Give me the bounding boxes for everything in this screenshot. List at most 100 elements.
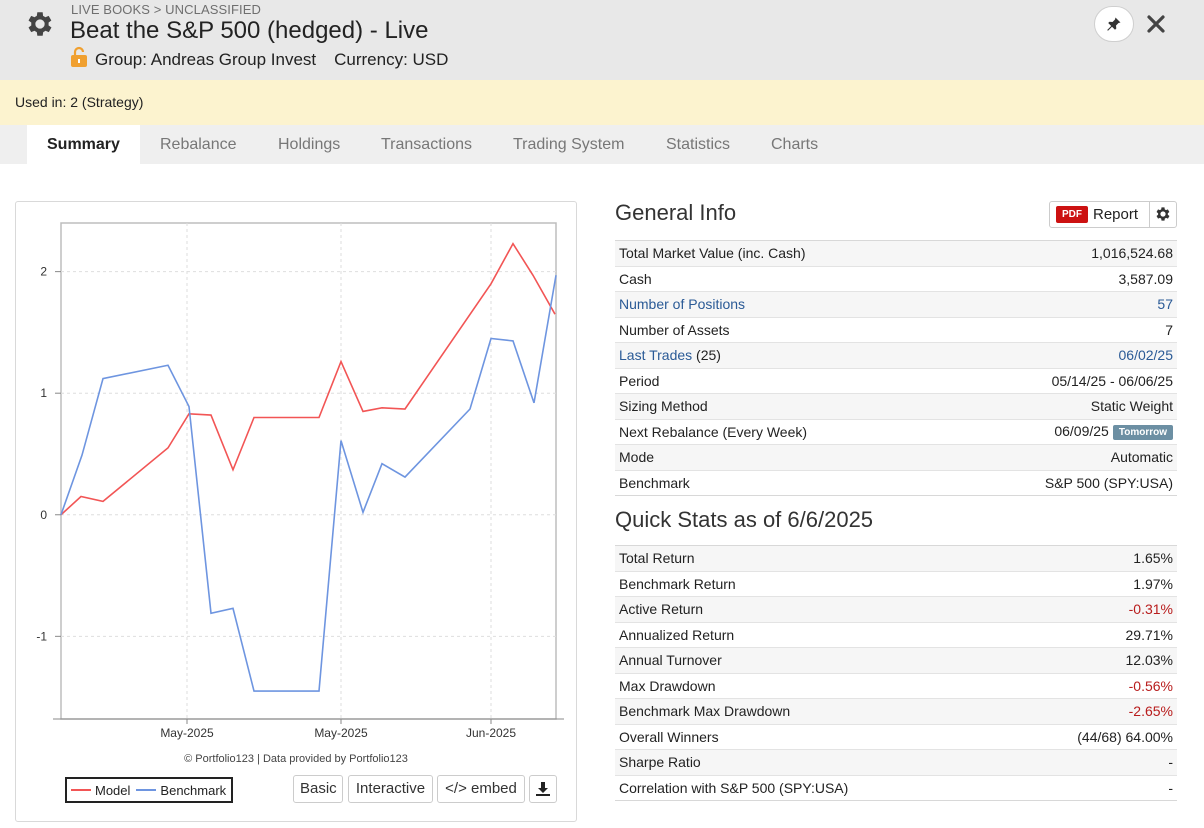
stat-row: Total Return 1.65% [615, 545, 1177, 571]
next-rebalance-cell: 06/09/25 Tomorrow [946, 418, 1177, 445]
download-icon [536, 782, 550, 796]
tab-summary[interactable]: Summary [27, 125, 140, 164]
stat-row: Correlation with S&P 500 (SPY:USA) - [615, 774, 1177, 801]
positions-count-link[interactable]: 57 [946, 291, 1177, 317]
legend-label-model: Model [95, 782, 131, 798]
number-of-positions-link[interactable]: Number of Positions [615, 291, 947, 317]
unlocked-icon [71, 46, 87, 67]
chart-credit: © Portfolio123 | Data provided by Portfo… [184, 753, 408, 765]
report-divider [1149, 202, 1150, 227]
info-row-last-trades: Last Trades (25) 06/02/25 [615, 342, 1177, 368]
embed-button[interactable]: </> embed [437, 775, 525, 803]
stat-label: Correlation with S&P 500 (SPY:USA) [615, 774, 1007, 801]
pdf-report-button[interactable]: PDF Report [1049, 201, 1177, 228]
download-button[interactable] [529, 775, 557, 803]
quick-stats-title: Quick Stats as of 6/6/2025 [615, 507, 874, 532]
y-tick-label: -1 [36, 629, 47, 643]
breadcrumb[interactable]: LIVE BOOKS > UNCLASSIFIED [71, 2, 261, 17]
info-value: 3,587.09 [946, 265, 1177, 292]
legend-item-benchmark[interactable]: Benchmark [136, 783, 226, 798]
stat-row: Benchmark Return 1.97% [615, 570, 1177, 597]
x-tick-label: May-2025 [314, 726, 368, 740]
stat-row: Sharpe Ratio - [615, 749, 1177, 775]
stat-label: Annualized Return [615, 621, 1007, 648]
settings-gear-icon[interactable] [24, 8, 56, 40]
quick-stats-table: Total Return 1.65% Benchmark Return 1.97… [615, 545, 1177, 801]
stat-label: Benchmark Max Drawdown [615, 698, 1007, 724]
legend-swatch-benchmark [136, 789, 157, 791]
stat-row: Max Drawdown -0.56% [615, 672, 1177, 699]
chart-panel: -1 0 1 2 May-2025 May-2025 Jun-2025 © Portfoli… [15, 201, 577, 822]
last-trades-link[interactable]: Last Trades [619, 347, 692, 363]
stat-value: - [1006, 749, 1177, 775]
y-tick-label: 2 [40, 265, 47, 279]
stat-row: Benchmark Max Drawdown -2.65% [615, 698, 1177, 724]
stat-value: - [1006, 774, 1177, 801]
stat-value: 1.65% [1006, 545, 1177, 571]
stat-label: Max Drawdown [615, 672, 1007, 699]
info-value: Static Weight [946, 393, 1177, 419]
tab-trading-system[interactable]: Trading System [493, 125, 644, 164]
stat-label: Annual Turnover [615, 647, 1007, 673]
stat-value: (44/68) 64.00% [1006, 723, 1177, 750]
used-in-bar: Used in: 2 (Strategy) [0, 80, 1204, 125]
info-row-period: Period 05/14/25 - 06/06/25 [615, 367, 1177, 394]
group-currency-line: Group: Andreas Group Invest Currency: USD [95, 50, 448, 70]
info-value: 1,016,524.68 [946, 240, 1177, 266]
last-trades-date-link[interactable]: 06/02/25 [946, 342, 1177, 368]
stat-value: -2.65% [1006, 698, 1177, 724]
stat-label: Benchmark Return [615, 570, 1007, 597]
close-icon[interactable] [1144, 12, 1168, 36]
pdf-icon: PDF [1056, 206, 1088, 223]
info-label: Period [615, 367, 947, 394]
x-tick-label: Jun-2025 [466, 726, 516, 740]
stat-label: Sharpe Ratio [615, 749, 1007, 775]
stat-row: Annualized Return 29.71% [615, 621, 1177, 648]
info-label: Next Rebalance (Every Week) [615, 418, 947, 445]
report-settings-gear-icon[interactable] [1154, 205, 1172, 223]
tab-statistics[interactable]: Statistics [646, 125, 750, 164]
info-row-positions: Number of Positions 57 [615, 291, 1177, 317]
info-value: 05/14/25 - 06/06/25 [946, 367, 1177, 394]
tab-rebalance[interactable]: Rebalance [140, 125, 257, 164]
pin-button[interactable] [1094, 6, 1134, 42]
tab-holdings[interactable]: Holdings [258, 125, 360, 164]
info-value: Automatic [946, 444, 1177, 470]
stat-label: Overall Winners [615, 723, 1007, 750]
info-row-total-market-value: Total Market Value (inc. Cash) 1,016,524… [615, 240, 1177, 266]
interactive-button[interactable]: Interactive [348, 775, 433, 803]
general-info-table: Total Market Value (inc. Cash) 1,016,524… [615, 240, 1177, 496]
stat-value: -0.31% [1006, 596, 1177, 622]
stat-label: Active Return [615, 596, 1007, 622]
info-label: Benchmark [615, 469, 947, 496]
legend-swatch-model [71, 789, 91, 791]
info-value: S&P 500 (SPY:USA) [946, 469, 1177, 496]
pin-icon [1107, 17, 1121, 31]
stat-value: 29.71% [1006, 621, 1177, 648]
info-value: 7 [946, 316, 1177, 343]
tab-charts[interactable]: Charts [751, 125, 838, 164]
info-label: Number of Assets [615, 316, 947, 343]
info-row-benchmark: Benchmark S&P 500 (SPY:USA) [615, 469, 1177, 496]
general-info-title: General Info [615, 200, 737, 225]
tab-bar: Summary Rebalance Holdings Transactions … [0, 125, 1204, 164]
legend-item-model[interactable]: Model [71, 783, 130, 798]
y-tick-label: 0 [40, 508, 47, 522]
tomorrow-badge: Tomorrow [1112, 425, 1173, 441]
stat-label: Total Return [615, 545, 1007, 571]
last-trades-cell: Last Trades (25) [615, 342, 947, 368]
used-in-text[interactable]: Used in: 2 (Strategy) [15, 94, 143, 110]
y-tick-label: 1 [40, 386, 47, 400]
stat-row: Active Return -0.31% [615, 596, 1177, 622]
info-label: Sizing Method [615, 393, 947, 419]
info-row-assets: Number of Assets 7 [615, 316, 1177, 343]
basic-button[interactable]: Basic [293, 775, 343, 803]
chart-legend: Model Benchmark [65, 777, 233, 803]
tab-transactions[interactable]: Transactions [361, 125, 492, 164]
legend-label-benchmark: Benchmark [160, 782, 227, 798]
stat-row: Overall Winners (44/68) 64.00% [615, 723, 1177, 750]
stat-value: 1.97% [1006, 570, 1177, 597]
info-row-mode: Mode Automatic [615, 444, 1177, 470]
performance-chart[interactable]: -1 0 1 2 May-2025 May-2025 Jun-2025 [16, 202, 576, 762]
stat-value: 12.03% [1006, 647, 1177, 673]
